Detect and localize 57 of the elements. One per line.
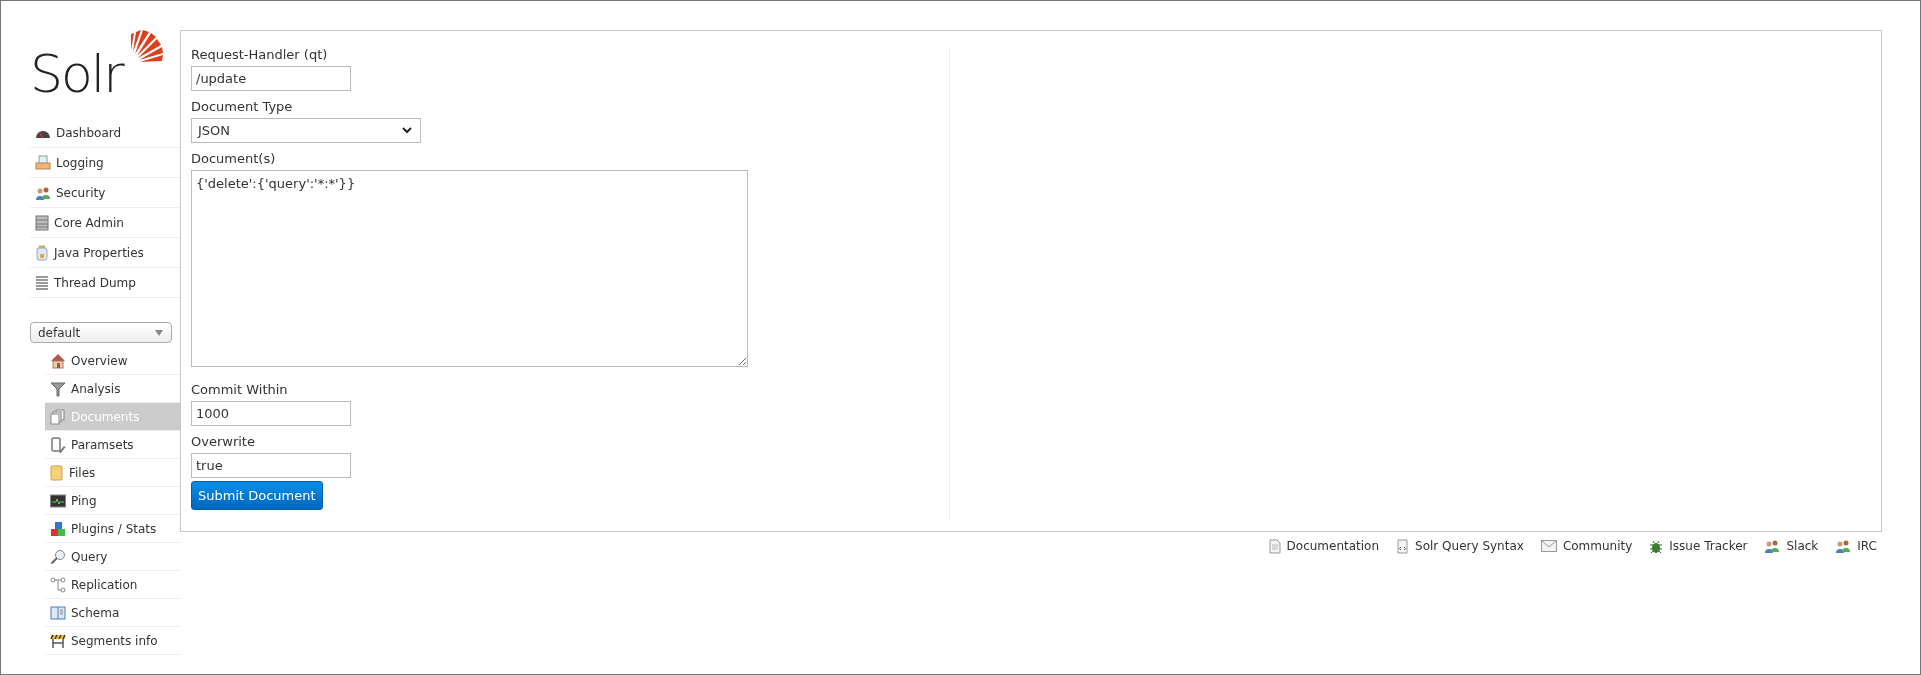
menu-item[interactable]: Dashboard	[30, 118, 180, 148]
menu-item[interactable]: Ping	[45, 487, 180, 515]
menu-item[interactable]: Security	[30, 178, 180, 208]
menu-item[interactable]: Query	[45, 543, 180, 571]
dropdown[interactable]: JSON	[191, 118, 421, 143]
menu-item[interactable]: Schema	[45, 599, 180, 627]
input-field[interactable]: 1000	[191, 401, 351, 426]
code-file-icon	[1396, 538, 1410, 554]
menu-item[interactable]: Replication	[45, 571, 180, 599]
funnel-icon	[50, 380, 66, 397]
input-field[interactable]: true	[191, 453, 351, 478]
footer-link[interactable]: Community	[1540, 538, 1633, 554]
search-icon	[50, 548, 66, 565]
envelope-icon	[1540, 540, 1557, 552]
caret-icon	[155, 329, 163, 336]
footer-link[interactable]: Slack	[1764, 538, 1819, 554]
inbox-icon	[35, 155, 51, 170]
bug-icon	[1649, 538, 1664, 554]
menu-item[interactable]: Segments info	[45, 627, 180, 655]
menu-item[interactable]: Plugins / Stats	[45, 515, 180, 543]
server-icon	[35, 214, 49, 231]
monitor-icon	[50, 493, 66, 508]
field-label: Document(s)	[191, 151, 277, 167]
chevron-icon	[402, 127, 412, 134]
documents-icon	[50, 408, 66, 425]
menu-item[interactable]: Thread Dump	[30, 268, 180, 298]
menu-item[interactable]: Logging	[30, 148, 180, 178]
house-icon	[50, 352, 66, 369]
menu-item[interactable]: Overview	[45, 347, 180, 375]
logo-text: Solr	[30, 48, 123, 100]
stack-icon	[35, 274, 49, 291]
users-icon	[1835, 538, 1852, 554]
field-label: Document Type	[191, 99, 294, 115]
field-label: Overwrite	[191, 434, 256, 450]
menu-item[interactable]: Core Admin	[30, 208, 180, 238]
folder-icon	[50, 464, 64, 481]
jar-icon	[35, 244, 49, 261]
field-label: Commit Within	[191, 382, 289, 398]
nodes-icon	[50, 576, 66, 593]
footer-link[interactable]: Solr Query Syntax	[1396, 538, 1524, 554]
input-field[interactable]: /update	[191, 66, 351, 91]
book-icon	[50, 604, 66, 621]
pencil-icon	[50, 436, 66, 453]
footer-link[interactable]: IRC	[1835, 538, 1877, 554]
text-area[interactable]: {'delete':{'query':'*:*'}}	[191, 170, 748, 367]
users-icon	[1764, 538, 1781, 554]
field-label: Request-Handler (qt)	[191, 47, 329, 63]
core-selector[interactable]: default	[30, 322, 172, 343]
submit-button[interactable]: Submit Document	[191, 481, 323, 510]
menu-item[interactable]: Paramsets	[45, 431, 180, 459]
document-icon	[1268, 538, 1281, 554]
menu-item[interactable]: Java Properties	[30, 238, 180, 268]
blocks-icon	[50, 520, 66, 537]
barrier-icon	[50, 632, 66, 649]
footer-link[interactable]: Documentation	[1268, 538, 1380, 554]
footer-link[interactable]: Issue Tracker	[1649, 538, 1748, 554]
menu-item[interactable]: Files	[45, 459, 180, 487]
